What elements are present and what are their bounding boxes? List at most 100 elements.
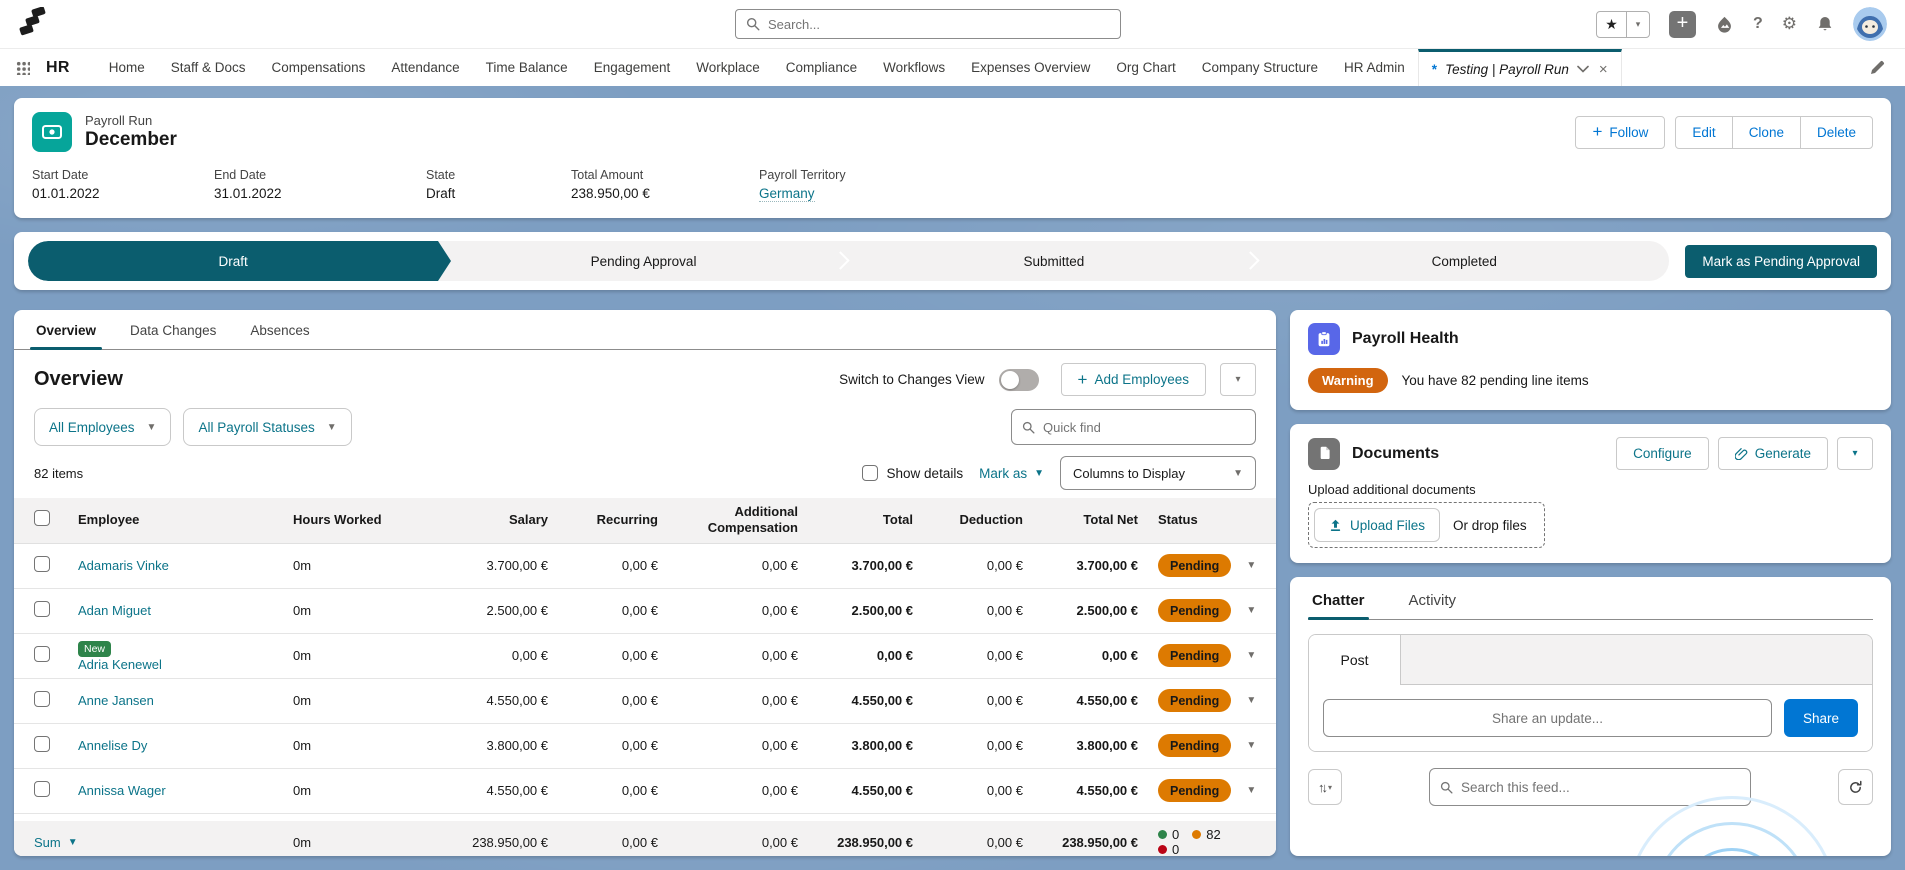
employee-link[interactable]: Adria Kenewel	[78, 657, 162, 672]
row-actions-caret-icon[interactable]: ▼	[1246, 785, 1256, 796]
nav-tab-engagement[interactable]: Engagement	[581, 49, 684, 86]
nav-tab-compensations[interactable]: Compensations	[259, 49, 379, 86]
column-header-deduction[interactable]: Deduction	[923, 498, 1033, 543]
row-checkbox[interactable]	[34, 736, 50, 752]
edit-nav-pencil-icon[interactable]	[1869, 60, 1885, 76]
upload-files-button[interactable]: Upload Files	[1314, 508, 1440, 542]
nav-tab-company-structure[interactable]: Company Structure	[1189, 49, 1331, 86]
setup-gear-icon[interactable]: ⚙	[1782, 14, 1797, 34]
follow-button[interactable]: + Follow	[1575, 116, 1665, 149]
trailhead-icon[interactable]	[1715, 15, 1734, 34]
columns-to-display-select[interactable]: Columns to Display ▼	[1060, 456, 1256, 490]
status-badge[interactable]: Pending	[1158, 779, 1231, 802]
column-header-status[interactable]: Status	[1148, 498, 1276, 543]
quick-find-input[interactable]	[1043, 420, 1245, 435]
tab-options-chevron-icon[interactable]	[1577, 65, 1589, 73]
status-badge[interactable]: Pending	[1158, 644, 1231, 667]
configure-button[interactable]: Configure	[1616, 437, 1709, 470]
nav-tab-compliance[interactable]: Compliance	[773, 49, 870, 86]
row-actions-caret-icon[interactable]: ▼	[1246, 605, 1256, 616]
status-badge[interactable]: Pending	[1158, 689, 1231, 712]
delete-button[interactable]: Delete	[1800, 116, 1873, 149]
nav-tab-workflows[interactable]: Workflows	[870, 49, 958, 86]
global-search-input[interactable]	[768, 17, 1110, 32]
global-actions-plus-icon[interactable]: +	[1669, 11, 1696, 38]
path-separator-chevron-icon	[831, 251, 849, 269]
row-checkbox[interactable]	[34, 781, 50, 797]
select-all-checkbox[interactable]	[34, 510, 50, 526]
nav-tab-home[interactable]: Home	[96, 49, 158, 86]
row-checkbox[interactable]	[34, 646, 50, 662]
nav-tab-workplace[interactable]: Workplace	[683, 49, 773, 86]
favorites-caret-icon[interactable]: ▾	[1627, 12, 1649, 37]
feed-sort-button[interactable]: ↑↓ ▾	[1308, 769, 1342, 805]
employee-link[interactable]: Adan Miguet	[78, 603, 151, 618]
share-update-input[interactable]	[1323, 699, 1772, 737]
column-header-additional-compensation[interactable]: Additional Compensation	[668, 498, 808, 543]
employee-link[interactable]: Annelise Dy	[78, 738, 147, 753]
quick-find[interactable]	[1011, 409, 1256, 445]
chatter-tab-chatter[interactable]: Chatter	[1312, 592, 1365, 609]
help-icon[interactable]: ?	[1753, 15, 1763, 33]
global-search[interactable]	[735, 9, 1121, 39]
column-header-recurring[interactable]: Recurring	[558, 498, 668, 543]
share-button[interactable]: Share	[1784, 699, 1858, 737]
row-actions-caret-icon[interactable]: ▼	[1246, 650, 1256, 661]
chatter-tab-activity[interactable]: Activity	[1409, 592, 1457, 609]
clone-button[interactable]: Clone	[1732, 116, 1801, 149]
mark-as-pending-approval-button[interactable]: Mark as Pending Approval	[1685, 245, 1877, 278]
path-stage-submitted[interactable]: Submitted	[849, 241, 1259, 281]
status-badge[interactable]: Pending	[1158, 599, 1231, 622]
path-stage-pending-approval[interactable]: Pending Approval	[438, 241, 848, 281]
nav-tab-org-chart[interactable]: Org Chart	[1103, 49, 1188, 86]
feed-refresh-button[interactable]	[1838, 769, 1873, 805]
nav-tab-attendance[interactable]: Attendance	[378, 49, 472, 86]
row-actions-caret-icon[interactable]: ▼	[1246, 695, 1256, 706]
show-details-checkbox[interactable]	[862, 465, 878, 481]
path-stage-draft[interactable]: Draft	[28, 241, 438, 281]
nav-tab-expenses-overview[interactable]: Expenses Overview	[958, 49, 1103, 86]
column-header-employee[interactable]: Employee	[68, 498, 283, 543]
tab-data-changes[interactable]: Data Changes	[128, 323, 218, 349]
path-stage-completed[interactable]: Completed	[1259, 241, 1669, 281]
employee-link[interactable]: Adamaris Vinke	[78, 558, 169, 573]
changes-view-toggle[interactable]	[999, 369, 1039, 391]
filter-all-employees[interactable]: All Employees▼	[34, 408, 171, 446]
documents-menu-button[interactable]: ▾	[1837, 437, 1873, 470]
feed-search-input[interactable]	[1461, 780, 1740, 795]
row-checkbox[interactable]	[34, 556, 50, 572]
status-badge[interactable]: Pending	[1158, 734, 1231, 757]
column-header-hours-worked[interactable]: Hours Worked	[283, 498, 433, 543]
row-actions-caret-icon[interactable]: ▼	[1246, 740, 1256, 751]
tab-absences[interactable]: Absences	[248, 323, 311, 349]
file-drop-zone[interactable]: Upload Files Or drop files	[1308, 502, 1545, 548]
generate-button[interactable]: Generate	[1718, 437, 1828, 470]
post-tab[interactable]: Post	[1309, 635, 1401, 685]
nav-tab-time-balance[interactable]: Time Balance	[473, 49, 581, 86]
add-employees-menu-button[interactable]: ▾	[1220, 363, 1256, 396]
app-launcher-icon[interactable]	[16, 61, 30, 75]
column-header-salary[interactable]: Salary	[433, 498, 558, 543]
edit-button[interactable]: Edit	[1675, 116, 1732, 149]
add-employees-button[interactable]: + Add Employees	[1061, 363, 1207, 396]
tab-overview[interactable]: Overview	[34, 323, 98, 349]
column-header-total[interactable]: Total	[808, 498, 923, 543]
column-header-total-net[interactable]: Total Net	[1033, 498, 1148, 543]
close-tab-icon[interactable]: ×	[1599, 61, 1608, 78]
sum-label[interactable]: Sum▼	[34, 835, 78, 850]
row-checkbox[interactable]	[34, 691, 50, 707]
mark-as-menu[interactable]: Mark as ▼	[979, 466, 1044, 481]
nav-tab-staff-docs[interactable]: Staff & Docs	[158, 49, 259, 86]
status-badge[interactable]: Pending	[1158, 554, 1231, 577]
nav-tab-active[interactable]: * Testing | Payroll Run ×	[1418, 49, 1622, 86]
favorites-star-icon[interactable]: ★	[1597, 12, 1627, 37]
field-value-link[interactable]: Germany	[759, 186, 815, 202]
employee-link[interactable]: Anne Jansen	[78, 693, 154, 708]
nav-tab-hr-admin[interactable]: HR Admin	[1331, 49, 1418, 86]
notifications-bell-icon[interactable]	[1816, 15, 1834, 33]
employee-link[interactable]: Annissa Wager	[78, 783, 166, 798]
row-checkbox[interactable]	[34, 601, 50, 617]
row-actions-caret-icon[interactable]: ▼	[1246, 560, 1256, 571]
filter-all-payroll-statuses[interactable]: All Payroll Statuses▼	[183, 408, 351, 446]
user-avatar[interactable]	[1853, 7, 1887, 41]
